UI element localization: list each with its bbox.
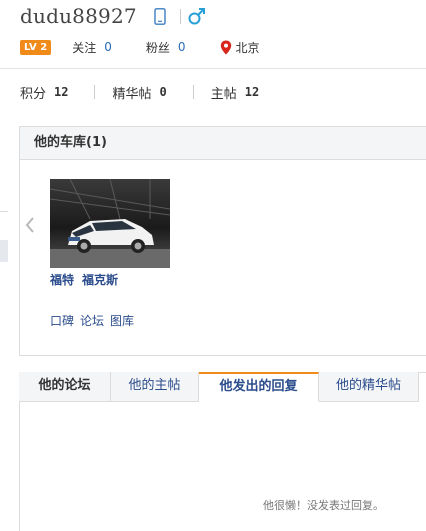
car-name[interactable]: 福特 福克斯 [50,271,118,288]
side-panel-tab[interactable] [0,240,8,262]
fans-label[interactable]: 粉丝 [146,39,170,56]
profile-meta-row: LV 2 关注 0 粉丝 0 北京 [20,38,260,56]
featured-value: 0 [159,85,167,99]
forum-tabs: 他的论坛 他的主帖 他发出的回复 他的精华帖 [19,372,419,402]
points-label: 积分 [20,86,47,102]
featured-label: 精华帖 [112,86,152,102]
location-pin-icon [220,40,231,54]
mobile-phone-icon [154,8,166,25]
location-text: 北京 [235,40,260,55]
carousel-prev-icon[interactable] [24,216,36,234]
follow-count[interactable]: 0 [104,40,112,54]
car-photo[interactable] [50,179,170,268]
fans-count[interactable]: 0 [178,40,186,54]
forum-title: 他的论坛 [19,372,111,402]
side-panel-edge [0,211,8,212]
level-badge: LV 2 [20,39,52,55]
car-model[interactable]: 福克斯 [82,271,118,288]
stats-divider [192,85,194,99]
car-brand[interactable]: 福特 [50,271,74,288]
gallery-link[interactable]: 图库 [110,312,134,329]
male-gender-icon [188,8,205,25]
header-divider [0,68,426,69]
empty-message: 他很懒！没发表过回复。 [263,499,384,512]
tab-my-threads[interactable]: 他的主帖 [111,372,199,402]
location: 北京 [220,39,260,56]
forum-link[interactable]: 论坛 [80,312,104,329]
stats-row: 积分 12 精华帖 0 主帖 12 [20,83,260,102]
stats-divider [94,85,96,99]
icon-divider [180,9,181,24]
garage-title: 他的车库(1) [20,127,426,160]
username: dudu88927 [20,4,137,28]
koubei-link[interactable]: 口碑 [50,312,74,329]
car-links: 口碑 论坛 图库 [50,312,134,329]
threads-value: 12 [244,85,260,99]
tab-my-featured[interactable]: 他的精华帖 [319,372,419,402]
threads-label: 主帖 [210,86,237,102]
follow-label[interactable]: 关注 [72,39,96,56]
points-value: 12 [54,85,69,99]
car-image [50,179,170,268]
tab-my-replies[interactable]: 他发出的回复 [199,372,319,402]
